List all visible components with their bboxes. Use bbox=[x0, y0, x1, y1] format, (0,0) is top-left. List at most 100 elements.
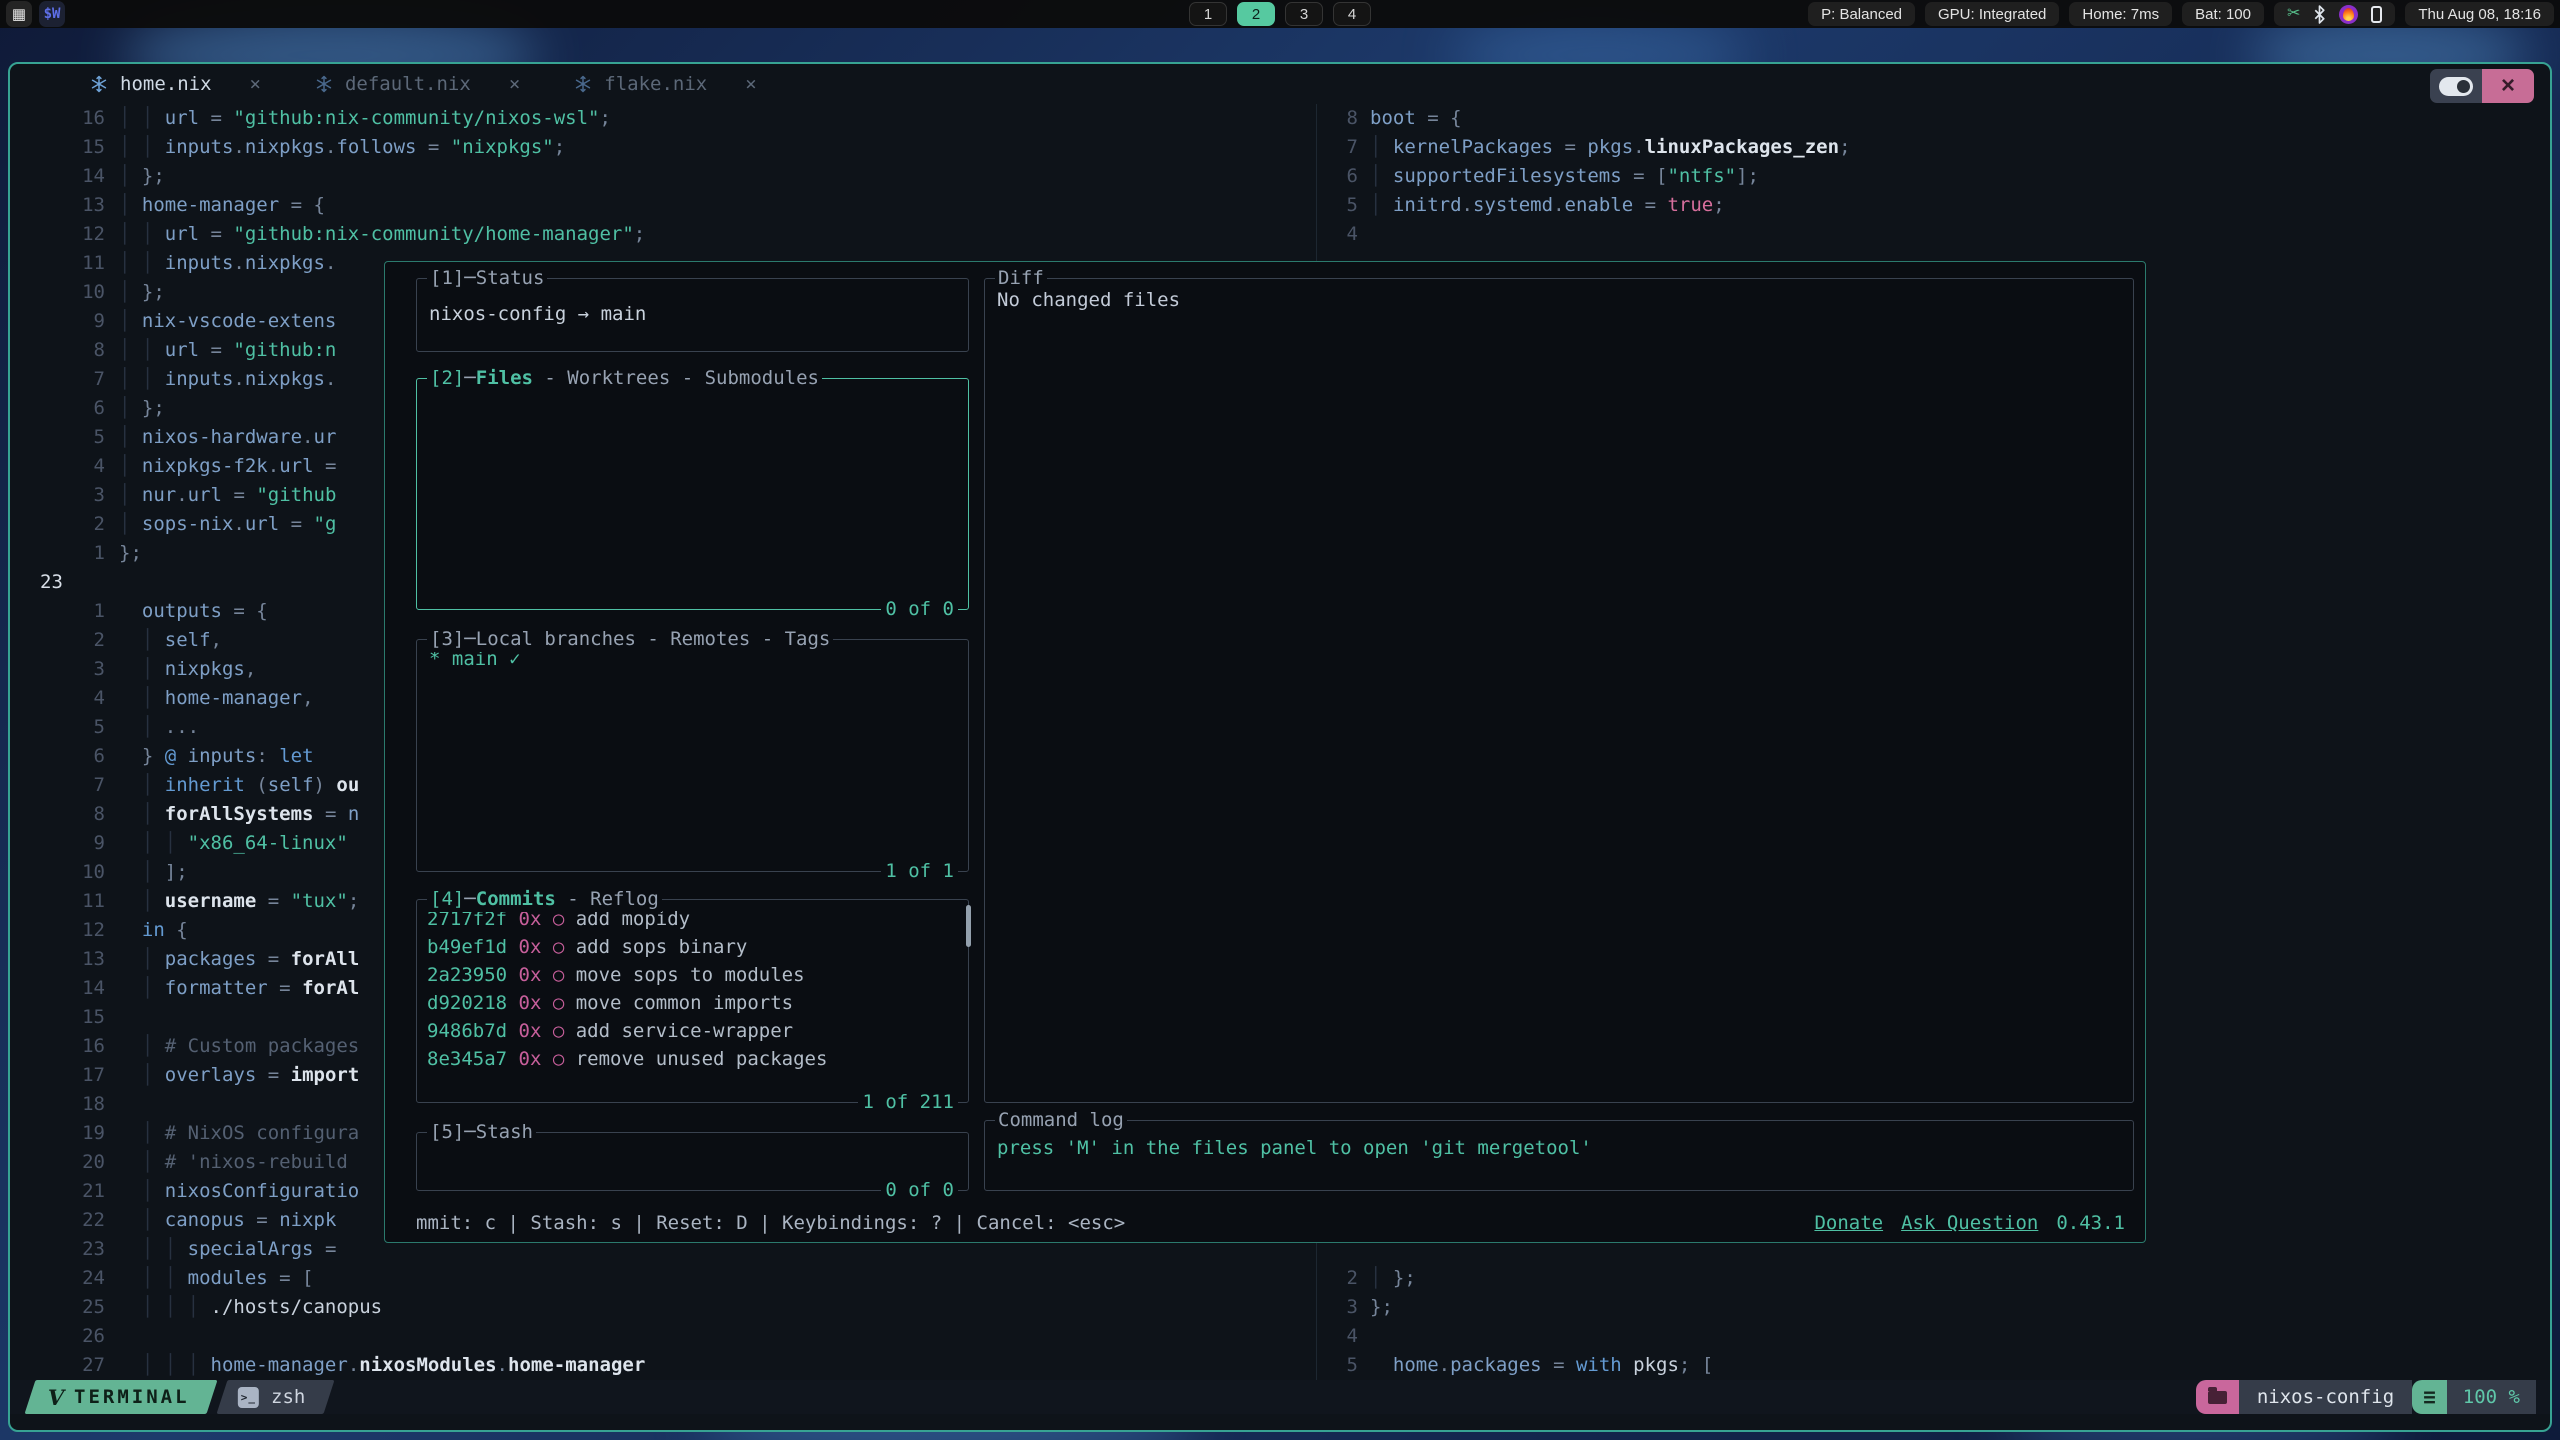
top-status-bar: ▦ $W 1234 P: Balanced GPU: Integrated Ho… bbox=[0, 0, 2560, 28]
donate-link[interactable]: Donate bbox=[1814, 1209, 1883, 1238]
app-launcher-icon[interactable]: ▦ bbox=[6, 1, 32, 27]
flame-icon[interactable] bbox=[2339, 5, 2358, 24]
commit-row[interactable]: 2a23950 0x ○ move sops to modules bbox=[427, 961, 958, 989]
ask-question-link[interactable]: Ask Question bbox=[1901, 1209, 2038, 1238]
files-count: 0 of 0 bbox=[881, 596, 958, 622]
pin-toggle-button[interactable] bbox=[2430, 69, 2482, 103]
bluetooth-icon[interactable] bbox=[2313, 5, 2326, 24]
branches-count: 1 of 1 bbox=[881, 858, 958, 884]
code-line: 16│ │ url = "github:nix-community/nixos-… bbox=[10, 104, 1316, 133]
tab-bar: home.nix × default.nix × flake.nix × bbox=[90, 64, 757, 104]
code-line: 3}; bbox=[1320, 1293, 2550, 1322]
commits-panel-title: [4]─Commits - Reflog bbox=[427, 886, 662, 912]
commit-row[interactable]: 9486b7d 0x ○ add service-wrapper bbox=[427, 1017, 958, 1045]
tab-label: flake.nix bbox=[604, 73, 707, 95]
repo-name: nixos-config bbox=[2239, 1380, 2412, 1414]
workspace-button-3[interactable]: 3 bbox=[1285, 2, 1323, 26]
code-line: 27 │ │ │ home-manager.nixosModules.home-… bbox=[10, 1351, 1316, 1380]
code-line: 2│ }; bbox=[1320, 1264, 2550, 1293]
keybinding-hints: mmit: c | Stash: s | Reset: D | Keybindi… bbox=[416, 1209, 1125, 1238]
lazygit-popup: [1]─Status nixos-config → main [2]─Files… bbox=[384, 261, 2146, 1243]
commit-row[interactable]: b49ef1d 0x ○ add sops binary bbox=[427, 933, 958, 961]
editor-right-pane-bottom: 2│ };3};45 home.packages = with pkgs; [ bbox=[1320, 1264, 2550, 1380]
status-panel-title: [1]─Status bbox=[427, 265, 547, 291]
lazygit-files-panel[interactable]: [2]─Files - Worktrees - Submodules 0 of … bbox=[416, 378, 969, 610]
commit-row[interactable]: d920218 0x ○ move common imports bbox=[427, 989, 958, 1017]
gpu-indicator: GPU: Integrated bbox=[1925, 2, 2059, 26]
code-line: 6│ supportedFilesystems = ["ntfs"]; bbox=[1320, 162, 2550, 191]
terminal-icon: >_ bbox=[238, 1387, 259, 1408]
workspace-switcher: 1234 bbox=[1189, 2, 1371, 26]
scissors-icon[interactable]: ✂ bbox=[2287, 6, 2300, 22]
commit-list: 2717f2f 0x ○ add mopidyb49ef1d 0x ○ add … bbox=[417, 900, 968, 1073]
workspace-button-4[interactable]: 4 bbox=[1333, 2, 1371, 26]
tab-default.nix[interactable]: default.nix × bbox=[315, 73, 520, 95]
tab-close-icon[interactable]: × bbox=[745, 73, 756, 95]
nix-snowflake-icon bbox=[574, 75, 592, 93]
diff-content: No changed files bbox=[985, 279, 2133, 311]
lazygit-stash-panel[interactable]: [5]─Stash 0 of 0 bbox=[416, 1132, 969, 1191]
diff-panel-title: Diff bbox=[995, 265, 1047, 291]
code-line: 26 bbox=[10, 1322, 1316, 1351]
lazygit-command-log-panel[interactable]: Command log press 'M' in the files panel… bbox=[984, 1120, 2134, 1191]
folder-icon bbox=[2208, 1391, 2227, 1404]
code-line: 14│ }; bbox=[10, 162, 1316, 191]
lazygit-keybindings-bar: mmit: c | Stash: s | Reset: D | Keybindi… bbox=[416, 1209, 2125, 1238]
shell-label: zsh bbox=[271, 1386, 305, 1408]
lazygit-commits-panel[interactable]: [4]─Commits - Reflog 2717f2f 0x ○ add mo… bbox=[416, 899, 969, 1103]
tab-label: default.nix bbox=[345, 73, 471, 95]
code-line: 5│ initrd.systemd.enable = true; bbox=[1320, 191, 2550, 220]
mode-label: TERMINAL bbox=[74, 1386, 190, 1408]
workspace-button-2[interactable]: 2 bbox=[1237, 2, 1275, 26]
list-icon: ≡ bbox=[2412, 1380, 2447, 1414]
vim-icon: V bbox=[48, 1385, 64, 1410]
editor-right-pane-top: 8boot = {7│ kernelPackages = pkgs.linuxP… bbox=[1320, 104, 2550, 249]
lazygit-status-panel[interactable]: [1]─Status nixos-config → main bbox=[416, 278, 969, 352]
tab-flake.nix[interactable]: flake.nix × bbox=[574, 73, 756, 95]
repo-folder-segment bbox=[2196, 1380, 2239, 1414]
code-line: 12│ │ url = "github:nix-community/home-m… bbox=[10, 220, 1316, 249]
code-line: 7│ kernelPackages = pkgs.linuxPackages_z… bbox=[1320, 133, 2550, 162]
ping-indicator: Home: 7ms bbox=[2069, 2, 2172, 26]
lazygit-diff-panel[interactable]: Diff No changed files bbox=[984, 278, 2134, 1103]
commit-row[interactable]: 8e345a7 0x ○ remove unused packages bbox=[427, 1045, 958, 1073]
workspace-button-1[interactable]: 1 bbox=[1189, 2, 1227, 26]
toggle-knob-icon bbox=[2439, 77, 2473, 96]
tab-close-icon[interactable]: × bbox=[250, 73, 261, 95]
code-line: 15│ │ inputs.nixpkgs.follows = "nixpkgs"… bbox=[10, 133, 1316, 162]
stash-panel-title: [5]─Stash bbox=[427, 1119, 536, 1145]
commits-scrollbar[interactable] bbox=[966, 905, 971, 947]
branches-panel-title: [3]─Local branches - Remotes - Tags bbox=[427, 626, 833, 652]
code-line: 25 │ │ │ ./hosts/canopus bbox=[10, 1293, 1316, 1322]
system-tray: ✂ bbox=[2274, 2, 2395, 26]
code-line: 5 home.packages = with pkgs; [ bbox=[1320, 1351, 2550, 1380]
code-line: 4 bbox=[1320, 220, 2550, 249]
window-close-button[interactable]: × bbox=[2482, 69, 2534, 103]
lazygit-version: 0.43.1 bbox=[2056, 1209, 2125, 1238]
command-log-title: Command log bbox=[995, 1107, 1127, 1133]
mode-segment: V TERMINAL bbox=[24, 1380, 217, 1414]
code-line: 24 │ │ modules = [ bbox=[10, 1264, 1316, 1293]
terminal-window: home.nix × default.nix × flake.nix × × 16│ │ … bbox=[8, 62, 2552, 1432]
battery-indicator: Bat: 100 bbox=[2182, 2, 2264, 26]
scroll-percent: 100 % bbox=[2447, 1380, 2536, 1414]
code-line: 4 bbox=[1320, 1322, 2550, 1351]
files-panel-title: [2]─Files - Worktrees - Submodules bbox=[427, 365, 822, 391]
lazygit-branches-panel[interactable]: [3]─Local branches - Remotes - Tags * ma… bbox=[416, 639, 969, 872]
power-profile-indicator: P: Balanced bbox=[1808, 2, 1915, 26]
code-line: 8boot = { bbox=[1320, 104, 2550, 133]
nix-snowflake-icon bbox=[90, 75, 108, 93]
nix-snowflake-icon bbox=[315, 75, 333, 93]
shell-segment: >_ zsh bbox=[216, 1380, 334, 1414]
zellij-status-bar: V TERMINAL >_ zsh nixos-config ≡ 100 % bbox=[10, 1380, 2550, 1414]
phone-icon[interactable] bbox=[2371, 6, 2382, 23]
workspace-logo-icon[interactable]: $W bbox=[39, 1, 65, 27]
code-line: 13│ home-manager = { bbox=[10, 191, 1316, 220]
stash-count: 0 of 0 bbox=[881, 1177, 958, 1203]
commits-count: 1 of 211 bbox=[858, 1089, 958, 1115]
tab-label: home.nix bbox=[120, 73, 212, 95]
clock: Thu Aug 08, 18:16 bbox=[2405, 2, 2554, 26]
command-log-content: press 'M' in the files panel to open 'gi… bbox=[985, 1121, 2133, 1159]
tab-home.nix[interactable]: home.nix × bbox=[90, 73, 261, 95]
tab-close-icon[interactable]: × bbox=[509, 73, 520, 95]
